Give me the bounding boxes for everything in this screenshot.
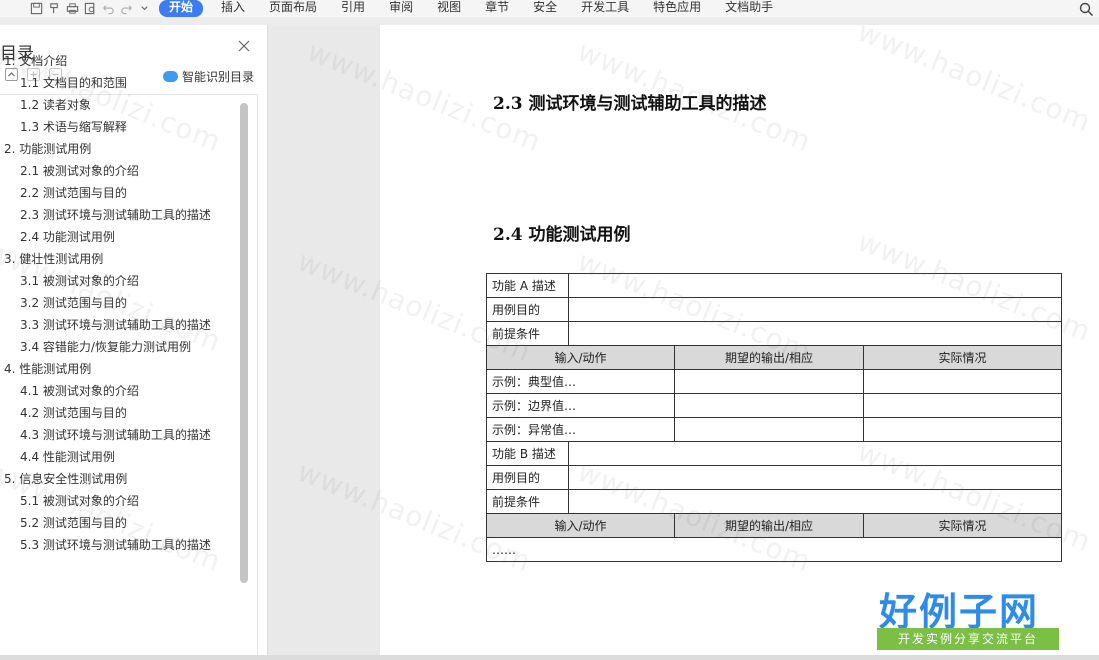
table-cell[interactable] — [567, 321, 1063, 346]
table-cell[interactable] — [674, 393, 864, 418]
table-cell[interactable] — [567, 465, 1063, 490]
more-icon[interactable] — [135, 0, 153, 17]
toc-item[interactable]: 5. 信息安全性测试用例 — [4, 470, 211, 492]
table-cell[interactable] — [862, 393, 1063, 418]
print-preview-icon[interactable] — [81, 0, 99, 17]
table-header-row: 输入/动作 期望的输出/相应 实际情况 — [486, 345, 1063, 370]
toc-item[interactable]: 5.1 被测试对象的介绍 — [4, 492, 211, 514]
undo-icon[interactable] — [99, 0, 117, 17]
toc-item[interactable]: 4. 性能测试用例 — [4, 360, 211, 382]
format-painter-icon[interactable] — [45, 0, 63, 17]
table-cell[interactable] — [567, 441, 1063, 466]
logo-sub-text: 开发实例分享交流平台 — [877, 628, 1059, 650]
toc-item[interactable]: 2. 功能测试用例 — [4, 140, 211, 162]
search-icon — [1079, 2, 1094, 16]
toc-item[interactable]: 4.1 被测试对象的介绍 — [4, 382, 211, 404]
toc-item[interactable]: 4.2 测试范围与目的 — [4, 404, 211, 426]
functional-test-table: 功能 A 描述 用例目的 前提条件 输入/动作 期望的输出/相应 实际情况 示例… — [485, 273, 1063, 562]
menu-features[interactable]: 特色应用 — [641, 0, 713, 17]
table-cell-precondition-b[interactable]: 前提条件 — [486, 489, 569, 514]
table-cell-typical[interactable]: 示例：典型值… — [486, 369, 675, 394]
menu-view[interactable]: 视图 — [425, 0, 473, 17]
document-page[interactable]: 2.3 测试环境与测试辅助工具的描述 2.4 功能测试用例 功能 A 描述 用例… — [380, 25, 1099, 655]
table-row: 示例：异常值… — [486, 417, 1063, 442]
table-header-actual-b[interactable]: 实际情况 — [862, 513, 1063, 538]
heading-2-4: 2.4 功能测试用例 — [493, 225, 631, 245]
table-row: 功能 B 描述 — [486, 441, 1063, 466]
menu-security[interactable]: 安全 — [521, 0, 569, 17]
table-cell-precondition[interactable]: 前提条件 — [486, 321, 569, 346]
menu-developer[interactable]: 开发工具 — [569, 0, 641, 17]
table-row: 前提条件 — [486, 321, 1063, 346]
menu-insert[interactable]: 插入 — [209, 0, 257, 17]
toc-item[interactable]: 2.4 功能测试用例 — [4, 228, 211, 250]
toc-item[interactable]: 3.1 被测试对象的介绍 — [4, 272, 211, 294]
table-row: 用例目的 — [486, 465, 1063, 490]
table-header-expected-b[interactable]: 期望的输出/相应 — [674, 513, 864, 538]
table-cell[interactable] — [862, 417, 1063, 442]
status-bar — [0, 655, 1099, 660]
table-row: …… — [485, 537, 1063, 562]
toc-item[interactable]: 1.1 文档目的和范围 — [4, 74, 211, 96]
table-row: 示例：典型值… — [486, 369, 1063, 394]
table-cell[interactable] — [862, 369, 1063, 394]
search-button[interactable] — [1079, 0, 1099, 17]
table-cell-purpose[interactable]: 用例目的 — [486, 297, 569, 322]
toc-item[interactable]: 4.3 测试环境与测试辅助工具的描述 — [4, 426, 211, 448]
toc-scrollbar[interactable] — [240, 103, 248, 583]
toc-item[interactable]: 1.3 术语与缩写解释 — [4, 118, 211, 140]
table-row: 示例：边界值… — [486, 393, 1063, 418]
table-header-input[interactable]: 输入/动作 — [486, 345, 675, 370]
menu-page-layout[interactable]: 页面布局 — [257, 0, 329, 17]
toc-item[interactable]: 2.3 测试环境与测试辅助工具的描述 — [4, 206, 211, 228]
table-cell[interactable] — [674, 369, 864, 394]
menu-home[interactable]: 开始 — [159, 0, 204, 17]
table-cell-func-a[interactable]: 功能 A 描述 — [486, 273, 569, 298]
menu-bar: 开始 插入 页面布局 引用 审阅 视图 章节 安全 开发工具 特色应用 文档助手 — [0, 0, 1099, 17]
table-header-row: 输入/动作 期望的输出/相应 实际情况 — [486, 513, 1063, 538]
heading-2-3: 2.3 测试环境与测试辅助工具的描述 — [493, 94, 767, 114]
table-cell[interactable] — [674, 417, 864, 442]
menu-doc-assistant[interactable]: 文档助手 — [713, 0, 785, 17]
table-cell-boundary[interactable]: 示例：边界值… — [486, 393, 675, 418]
table-cell-abnormal[interactable]: 示例：异常值… — [486, 417, 675, 442]
save-icon[interactable] — [27, 0, 45, 17]
table-row: 前提条件 — [486, 489, 1063, 514]
redo-icon[interactable] — [117, 0, 135, 17]
toc-item[interactable]: 3.4 容错能力/恢复能力测试用例 — [4, 338, 211, 360]
menu-references[interactable]: 引用 — [329, 0, 377, 17]
toc-item[interactable]: 1.2 读者对象 — [4, 96, 211, 118]
table-cell[interactable] — [567, 273, 1063, 298]
toc-item[interactable]: 1. 文档介绍 — [4, 52, 211, 74]
toc-item[interactable]: 3.3 测试环境与测试辅助工具的描述 — [4, 316, 211, 338]
table-cell[interactable] — [567, 297, 1063, 322]
close-icon[interactable] — [237, 39, 251, 53]
toc-item[interactable]: 4.4 性能测试用例 — [4, 448, 211, 470]
toc-item[interactable]: 5.2 测试范围与目的 — [4, 514, 211, 536]
toc-item[interactable]: 5.3 测试环境与测试辅助工具的描述 — [4, 536, 211, 558]
toc-panel: 目录 智能识别目录 1. 文档介绍 1.1 文档目的和范围 1.2 读者对象 1.3 … — [0, 25, 268, 660]
print-icon[interactable] — [63, 0, 81, 17]
site-logo: 好例子网 开发实例分享交流平台 — [877, 581, 1061, 652]
table-header-expected[interactable]: 期望的输出/相应 — [674, 345, 864, 370]
toc-list: 1. 文档介绍 1.1 文档目的和范围 1.2 读者对象 1.3 术语与缩写解释 2. … — [4, 52, 211, 558]
toc-item[interactable]: 2.1 被测试对象的介绍 — [4, 162, 211, 184]
table-header-actual[interactable]: 实际情况 — [862, 345, 1063, 370]
table-row: 用例目的 — [486, 297, 1063, 322]
table-cell-purpose-b[interactable]: 用例目的 — [486, 465, 569, 490]
table-cell-func-b[interactable]: 功能 B 描述 — [486, 441, 569, 466]
menu-review[interactable]: 审阅 — [377, 0, 425, 17]
toc-item[interactable]: 2.2 测试范围与目的 — [4, 184, 211, 206]
toc-item[interactable]: 3.2 测试范围与目的 — [4, 294, 211, 316]
table-cell-ellipsis[interactable]: …… — [485, 537, 1063, 562]
toc-item[interactable]: 3. 健壮性测试用例 — [4, 250, 211, 272]
table-row: 功能 A 描述 — [486, 273, 1063, 298]
menu-section[interactable]: 章节 — [473, 0, 521, 17]
table-cell[interactable] — [567, 489, 1063, 514]
table-header-input-b[interactable]: 输入/动作 — [486, 513, 675, 538]
